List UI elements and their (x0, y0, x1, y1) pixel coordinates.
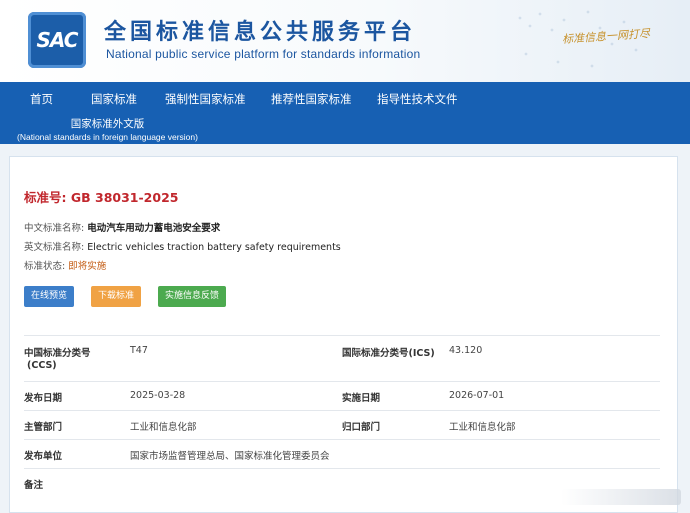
competent-dept-label: 主管部门 (24, 422, 63, 433)
online-preview-button[interactable]: 在线预览 (24, 286, 74, 307)
status-row: 标准状态: 即将实施 (24, 258, 106, 272)
status-label: 标准状态: (24, 261, 66, 272)
sac-logo[interactable]: SAC (28, 12, 86, 68)
standard-number: 标准号: GB 38031-2025 (24, 187, 178, 206)
en-name-row: 英文标准名称: Electric vehicles traction batte… (24, 239, 341, 253)
issuer-value: 国家市场监督管理总局、国家标准化管理委员会 (130, 451, 330, 462)
table-row: 中国标准分类号 (CCS) T47 国际标准分类号(ICS) 43.120 (24, 335, 660, 381)
nav-item-national-standards[interactable]: 国家标准 (91, 91, 137, 107)
cn-name-value: 电动汽车用动力蓄电池安全要求 (87, 223, 221, 234)
nav-item-mandatory[interactable]: 强制性国家标准 (165, 91, 246, 107)
site-title-en: National public service platform for sta… (106, 47, 421, 61)
implementation-feedback-button[interactable]: 实施信息反馈 (158, 286, 226, 307)
site-header: SAC 全国标准信息公共服务平台 National public service… (0, 0, 690, 82)
standard-info-table: 中国标准分类号 (CCS) T47 国际标准分类号(ICS) 43.120 发布… (24, 335, 660, 498)
table-row: 发布日期 2025-03-28 实施日期 2026-07-01 (24, 381, 660, 410)
nav-item-guidance[interactable]: 指导性技术文件 (377, 91, 458, 107)
en-name-label: 英文标准名称: (24, 242, 85, 253)
cn-name-label: 中文标准名称: (24, 223, 85, 234)
status-badge: 即将实施 (68, 261, 107, 272)
standard-number-label: 标准号: (24, 190, 67, 205)
ics-label: 国际标准分类号(ICS) (342, 348, 435, 359)
site-title-cn: 全国标准信息公共服务平台 (104, 20, 417, 45)
remark-label: 备注 (24, 480, 44, 491)
nav-foreign-label-cn: 国家标准外文版 (70, 118, 145, 130)
watermark (561, 489, 681, 505)
download-standard-button[interactable]: 下载标准 (91, 286, 141, 307)
ics-value: 43.120 (449, 345, 483, 356)
en-name-value: Electric vehicles traction battery safet… (87, 242, 341, 253)
standard-number-value: GB 38031-2025 (70, 190, 179, 205)
nav-item-home[interactable]: 首页 (30, 91, 53, 107)
competent-dept-value: 工业和信息化部 (130, 422, 197, 433)
ccs-label-suffix: (CCS) (27, 360, 57, 371)
table-row: 发布单位 国家市场监督管理总局、国家标准化管理委员会 (24, 439, 660, 468)
implementation-date-value: 2026-07-01 (449, 390, 505, 401)
nav-item-recommended[interactable]: 推荐性国家标准 (271, 91, 352, 107)
implementation-date-label: 实施日期 (342, 393, 381, 404)
nav-foreign-label-en: (National standards in foreign language … (17, 132, 198, 142)
centralized-dept-value: 工业和信息化部 (449, 422, 516, 433)
cn-name-row: 中文标准名称: 电动汽车用动力蓄电池安全要求 (24, 220, 220, 234)
table-row: 主管部门 工业和信息化部 归口部门 工业和信息化部 (24, 410, 660, 439)
nav-item-foreign-version[interactable]: 国家标准外文版 (National standards in foreign l… (0, 116, 215, 142)
centralized-dept-label: 归口部门 (342, 422, 381, 433)
publish-date-value: 2025-03-28 (130, 390, 186, 401)
issuer-label: 发布单位 (24, 451, 63, 462)
standard-detail-card: 标准号: GB 38031-2025 中文标准名称: 电动汽车用动力蓄电池安全要… (9, 156, 678, 513)
ccs-value: T47 (130, 345, 148, 356)
publish-date-label: 发布日期 (24, 393, 63, 404)
ccs-label: 中国标准分类号 (24, 348, 91, 359)
